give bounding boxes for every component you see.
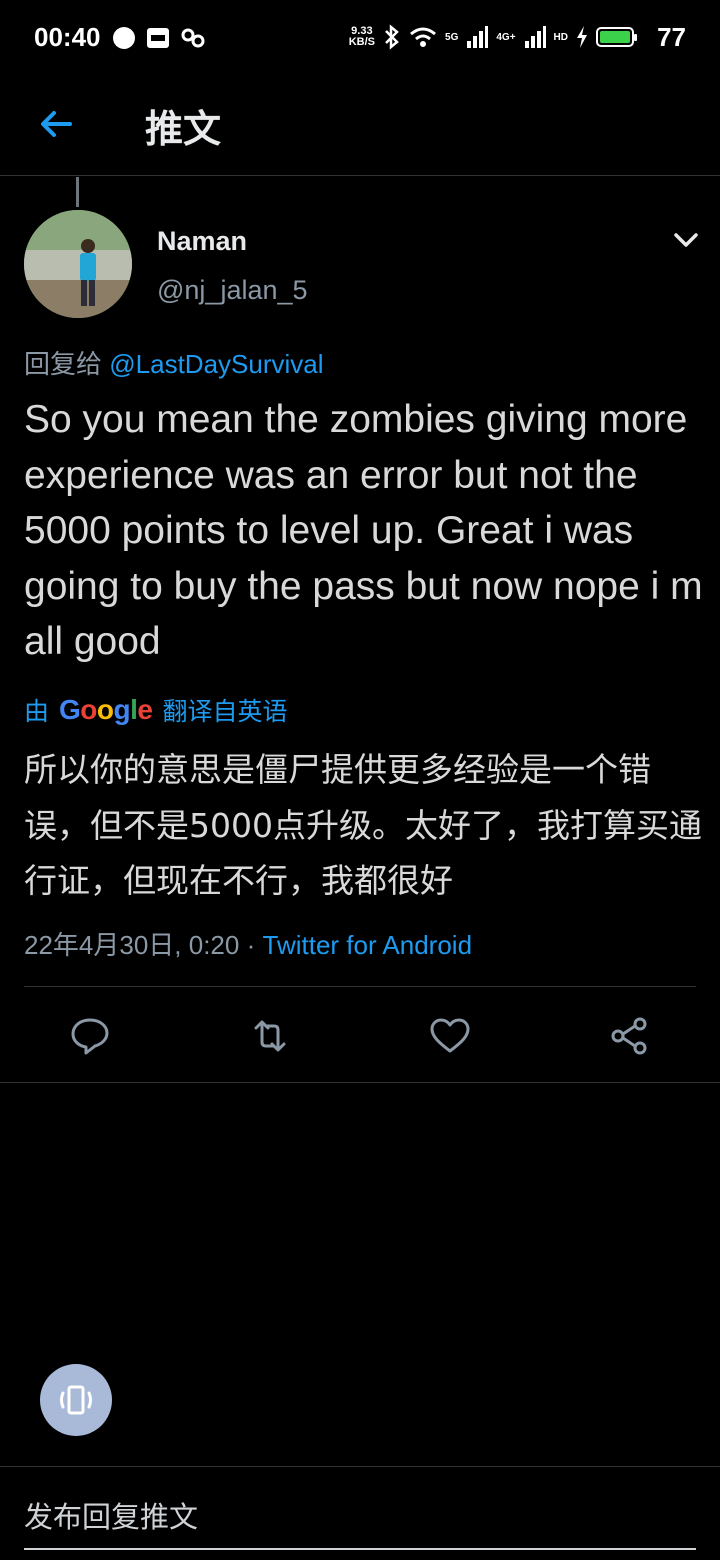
status-bar: 00:40 9.33 KB/S 5G 4G+ HD 77 bbox=[0, 0, 720, 78]
vibrate-mode-button[interactable] bbox=[40, 1364, 112, 1436]
chat-bubble-icon bbox=[113, 27, 135, 49]
network-type-2: 4G+ bbox=[496, 31, 516, 43]
translate-prefix: 由 bbox=[24, 698, 50, 726]
vibrate-icon bbox=[60, 1385, 92, 1415]
battery-icon bbox=[596, 27, 637, 47]
compose-underline bbox=[24, 1548, 696, 1550]
meta-separator: · bbox=[246, 930, 256, 960]
reply-prefix: 回复给 bbox=[24, 349, 103, 379]
speed-unit: KB/S bbox=[348, 36, 376, 48]
reply-context: 回复给 @LastDaySurvival bbox=[24, 344, 324, 381]
link-icon bbox=[181, 28, 205, 48]
network-type-1: 5G bbox=[445, 31, 459, 43]
hd-voice-indicator: HD bbox=[553, 31, 568, 43]
author-handle[interactable]: @nj_jalan_5 bbox=[157, 275, 308, 306]
translation-attribution[interactable]: 由 Google 翻译自英语 bbox=[24, 692, 288, 728]
source-link[interactable]: Twitter for Android bbox=[263, 930, 473, 960]
reply-mention-link[interactable]: @LastDaySurvival bbox=[109, 349, 323, 379]
divider bbox=[0, 1082, 720, 1083]
tweet-metadata: 22年4月30日, 0:20 · Twitter for Android bbox=[24, 925, 472, 962]
tweet-body: So you mean the zombies giving more expe… bbox=[24, 398, 703, 663]
chevron-down-icon[interactable] bbox=[672, 228, 700, 252]
reply-compose-field[interactable]: 发布回复推文 bbox=[24, 1494, 198, 1536]
battery-level: 77 bbox=[657, 22, 686, 52]
status-time: 00:40 bbox=[34, 22, 101, 52]
signal-icon-2 bbox=[524, 26, 546, 48]
google-logo: Google bbox=[59, 694, 153, 725]
page-title: 推文 bbox=[145, 109, 222, 151]
bluetooth-icon bbox=[385, 24, 399, 50]
divider bbox=[24, 986, 696, 987]
reply-icon[interactable] bbox=[68, 1014, 112, 1058]
notification-icons bbox=[112, 26, 206, 50]
timestamp: 22年4月30日, 0:20 bbox=[24, 930, 240, 960]
share-icon[interactable] bbox=[608, 1014, 652, 1058]
thread-connector bbox=[76, 177, 79, 207]
back-arrow-icon[interactable] bbox=[36, 104, 76, 144]
charging-icon bbox=[577, 26, 587, 48]
tweet-actions bbox=[0, 1008, 720, 1064]
author-name[interactable]: Naman bbox=[157, 226, 247, 257]
like-heart-icon[interactable] bbox=[428, 1014, 472, 1058]
avatar-photo bbox=[24, 210, 132, 318]
translate-suffix: 翻译自英语 bbox=[162, 698, 288, 726]
app-notification-icon bbox=[147, 28, 169, 48]
wifi-icon bbox=[410, 27, 436, 47]
signal-icon bbox=[467, 26, 489, 48]
top-app-bar: 推文 bbox=[0, 78, 720, 176]
compose-divider bbox=[0, 1466, 720, 1467]
system-indicators: 9.33 KB/S 5G 4G+ HD bbox=[349, 24, 637, 50]
avatar[interactable] bbox=[24, 210, 132, 318]
translated-text: 所以你的意思是僵尸提供更多经验是一个错误，但不是5000点升级。太好了，我打算买… bbox=[24, 750, 702, 900]
retweet-icon[interactable] bbox=[248, 1014, 292, 1058]
network-speed: 9.33 KB/S bbox=[349, 26, 375, 48]
